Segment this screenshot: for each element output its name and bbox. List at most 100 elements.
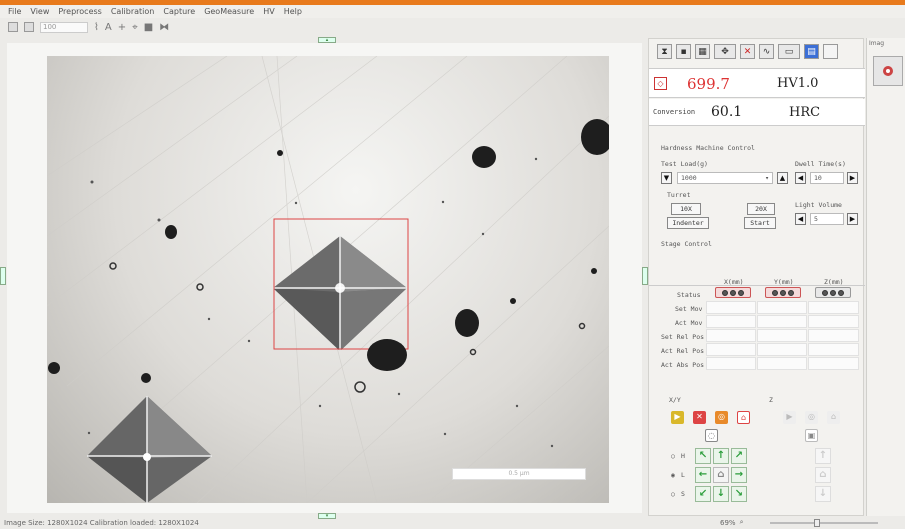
- move-down-right-button[interactable]: ↘: [731, 486, 747, 502]
- light-volume-field[interactable]: 5: [810, 213, 844, 225]
- start-button[interactable]: Start: [744, 217, 776, 229]
- zoom-percent: 69%: [720, 518, 736, 527]
- hv-control-panel: ⧗ ▪ ▦ ✥ ✕ ∿ ▭ ▤ ◇ 699.7 HV1.0 Conversion…: [648, 38, 865, 516]
- image-thumbnail[interactable]: [873, 56, 903, 86]
- y-set-rel-field[interactable]: [757, 329, 807, 342]
- turret-20x-button[interactable]: 20X: [747, 203, 775, 215]
- scale-bar: 0.5 μm: [452, 468, 586, 480]
- folder-icon[interactable]: ▭: [778, 44, 800, 59]
- hv-result-row: ◇ 699.7 HV1.0: [649, 68, 865, 98]
- status-text: Image Size: 1280X1024 Calibration loaded…: [4, 519, 199, 527]
- x-set-rel-field[interactable]: [706, 329, 756, 342]
- center-target-icon[interactable]: ◌: [705, 429, 718, 442]
- x-act-abs-field: [706, 357, 756, 370]
- z-down-button[interactable]: ↓: [815, 486, 831, 502]
- z-light-1: [822, 289, 828, 296]
- home-lock-icon[interactable]: ⌂: [737, 411, 750, 424]
- menu-calibration[interactable]: Calibration: [111, 7, 155, 16]
- wave-icon[interactable]: ∿: [759, 44, 774, 59]
- z-set-rel-field[interactable]: [808, 329, 859, 342]
- measure-icon[interactable]: ⧓: [159, 22, 169, 33]
- text-tool-icon[interactable]: A: [105, 22, 112, 33]
- menu-geomeasure[interactable]: GeoMeasure: [204, 7, 254, 16]
- menu-view[interactable]: View: [30, 7, 49, 16]
- z-act-abs-field: [808, 357, 859, 370]
- move-up-left-button[interactable]: ↖: [695, 448, 711, 464]
- move-down-button[interactable]: ↓: [713, 486, 729, 502]
- load-decrease-button[interactable]: ▼: [661, 172, 672, 184]
- turret-label: Turret: [667, 191, 691, 199]
- speed-step-radio[interactable]: ○: [671, 490, 675, 498]
- z-home-icon: ⌂: [827, 411, 840, 424]
- move-right-button[interactable]: →: [731, 467, 747, 483]
- row-act-mov-label: Act Mov: [675, 319, 703, 327]
- z-act-mov-field: [808, 315, 859, 328]
- y-act-rel-field: [757, 343, 807, 356]
- zoom-select[interactable]: 100: [40, 21, 88, 33]
- target-icon[interactable]: ⌖: [132, 22, 138, 33]
- light-increase-button[interactable]: ▶: [847, 213, 858, 225]
- x-light-3: [738, 289, 744, 296]
- conversion-value: 60.1: [711, 104, 743, 120]
- col-x-label: X(mm): [724, 278, 744, 286]
- dwell-time-field[interactable]: 10: [810, 172, 844, 184]
- camera-record-icon[interactable]: ▪: [676, 44, 691, 59]
- line-tool-icon[interactable]: ⌇: [94, 22, 99, 33]
- move-up-button[interactable]: ↑: [713, 448, 729, 464]
- z-motion-label: Z: [769, 396, 773, 404]
- y-act-mov-field: [757, 315, 807, 328]
- speed-low-radio[interactable]: ◉: [671, 471, 675, 479]
- y-set-mov-field[interactable]: [757, 301, 807, 314]
- speed-high-radio[interactable]: ○: [671, 452, 675, 460]
- menu-hv[interactable]: HV: [263, 7, 275, 16]
- dwell-increase-button[interactable]: ▶: [847, 172, 858, 184]
- menu-capture[interactable]: Capture: [163, 7, 195, 16]
- light-decrease-button[interactable]: ◀: [795, 213, 806, 225]
- home-icon[interactable]: ⌂: [713, 467, 729, 483]
- grid-icon[interactable]: ▦: [695, 44, 710, 59]
- z-center-icon[interactable]: ▣: [805, 429, 818, 442]
- image-list-strip: Imag: [866, 38, 905, 516]
- crosshair-icon[interactable]: +: [118, 22, 126, 33]
- test-load-select[interactable]: 1000 ▾: [677, 172, 773, 184]
- col-y-label: Y(mm): [774, 278, 794, 286]
- move-left-button[interactable]: ←: [695, 467, 711, 483]
- turret-10x-button[interactable]: 10X: [671, 203, 701, 215]
- zoom-slider-thumb[interactable]: [814, 519, 820, 527]
- conversion-row: Conversion 60.1 HRC: [649, 99, 865, 126]
- z-play-icon: ▶: [783, 411, 796, 424]
- cross-measure-icon[interactable]: ✕: [740, 44, 755, 59]
- x-status-lights: [715, 287, 751, 298]
- dwell-decrease-button[interactable]: ◀: [795, 172, 806, 184]
- menu-file[interactable]: File: [8, 7, 21, 16]
- row-act-abs-pos-label: Act Abs Pos: [661, 361, 705, 369]
- z-set-mov-field[interactable]: [808, 301, 859, 314]
- x-act-rel-field: [706, 343, 756, 356]
- document-icon[interactable]: ▤: [804, 44, 819, 59]
- stop-icon[interactable]: ✕: [693, 411, 706, 424]
- menu-preprocess[interactable]: Preprocess: [58, 7, 101, 16]
- zoom-magnifier-icon[interactable]: ⌕: [740, 518, 744, 527]
- zoom-slider-track[interactable]: [770, 522, 878, 524]
- indenter-button[interactable]: Indenter: [667, 217, 709, 229]
- y-act-abs-field: [757, 357, 807, 370]
- z-home-button[interactable]: ⌂: [815, 467, 831, 483]
- hv-scale: HV1.0: [777, 76, 819, 91]
- save-icon[interactable]: [24, 22, 34, 32]
- camera-icon[interactable]: ■: [144, 22, 153, 33]
- image-canvas[interactable]: 0.5 μm: [7, 43, 642, 513]
- blank-icon[interactable]: [823, 44, 838, 59]
- move-down-left-button[interactable]: ↙: [695, 486, 711, 502]
- open-icon[interactable]: [8, 22, 18, 32]
- move-arrows-icon[interactable]: ✥: [714, 44, 736, 59]
- move-up-right-button[interactable]: ↗: [731, 448, 747, 464]
- load-increase-button[interactable]: ▲: [777, 172, 788, 184]
- collapse-left-handle[interactable]: [0, 267, 6, 285]
- menu-help[interactable]: Help: [284, 7, 302, 16]
- x-set-mov-field[interactable]: [706, 301, 756, 314]
- play-icon[interactable]: ▶: [671, 411, 684, 424]
- hourglass-icon[interactable]: ⧗: [657, 44, 672, 59]
- z-up-button[interactable]: ↑: [815, 448, 831, 464]
- reset-icon[interactable]: ◎: [715, 411, 728, 424]
- test-load-label: Test Load(g): [661, 160, 708, 168]
